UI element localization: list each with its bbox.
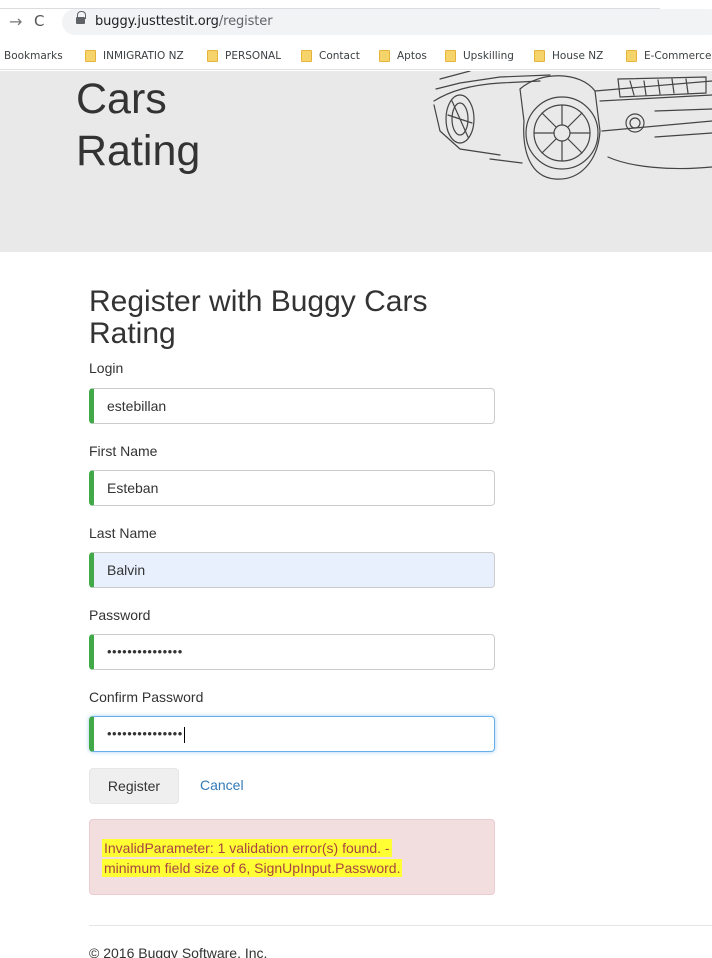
lock-icon	[76, 11, 86, 26]
bookmarks-label[interactable]: Bookmarks	[4, 50, 63, 62]
bookmark-personal[interactable]: PERSONAL	[225, 50, 281, 62]
cancel-link[interactable]: Cancel	[200, 777, 244, 793]
bookmark-house-nz[interactable]: House NZ	[552, 50, 603, 62]
first-name-label: First Name	[89, 443, 158, 459]
footer-copyright: © 2016 Buggy Software, Inc.	[89, 945, 268, 958]
folder-icon	[626, 50, 637, 62]
folder-icon	[207, 50, 218, 62]
folder-icon	[379, 50, 390, 62]
forward-arrow-icon[interactable]: →	[9, 12, 22, 31]
login-input[interactable]: estebillan	[89, 388, 495, 424]
confirm-password-input[interactable]: •••••••••••••••	[89, 716, 495, 752]
form-title: Register with Buggy Cars Rating	[89, 285, 428, 350]
bookmark-aptos[interactable]: Aptos	[397, 50, 427, 62]
url-path: /register	[218, 14, 273, 29]
confirm-password-label: Confirm Password	[89, 689, 204, 705]
text-caret	[183, 726, 185, 743]
bookmark-contact[interactable]: Contact	[319, 50, 360, 62]
site-title[interactable]: Cars Rating	[76, 73, 200, 177]
site-title-line2: Rating	[76, 127, 201, 175]
hero-banner: Cars Rating	[0, 71, 712, 252]
first-name-input[interactable]: Esteban	[89, 470, 495, 506]
last-name-input[interactable]: Balvin	[89, 552, 495, 588]
register-button[interactable]: Register	[89, 768, 179, 804]
reload-icon[interactable]: C	[34, 12, 44, 30]
login-label: Login	[89, 360, 124, 376]
bookmark-inmigratio-nz[interactable]: INMIGRATIO NZ	[103, 50, 184, 62]
site-title-line1: Cars	[76, 75, 167, 123]
error-line-2: minimum field size of 6, SignUpInput.Pas…	[102, 859, 403, 877]
footer-divider	[89, 925, 712, 926]
error-line-1: InvalidParameter: 1 validation error(s) …	[102, 839, 392, 857]
bookmarks-bar: Bookmarks INMIGRATIO NZ PERSONAL Contact…	[0, 42, 712, 70]
folder-icon	[445, 50, 456, 62]
car-sketch-image	[433, 71, 712, 180]
confirm-password-value: •••••••••••••••	[107, 726, 183, 741]
folder-icon	[85, 50, 96, 62]
url-domain: buggy.justtestit.org	[95, 14, 219, 29]
folder-icon	[301, 50, 312, 62]
last-name-label: Last Name	[89, 525, 157, 541]
address-bar[interactable]: buggy.justtestit.org/register	[62, 9, 712, 35]
password-input[interactable]: •••••••••••••••	[89, 634, 495, 670]
folder-icon	[534, 50, 545, 62]
bookmark-e-commerce[interactable]: E-Commerce	[644, 50, 711, 62]
browser-toolbar: → C buggy.justtestit.org/register	[0, 0, 712, 42]
password-label: Password	[89, 607, 151, 623]
bookmark-upskilling[interactable]: Upskilling	[463, 50, 514, 62]
error-alert: InvalidParameter: 1 validation error(s) …	[89, 819, 495, 895]
error-message: InvalidParameter: 1 validation error(s) …	[102, 838, 482, 878]
url-text: buggy.justtestit.org/register	[95, 14, 273, 29]
